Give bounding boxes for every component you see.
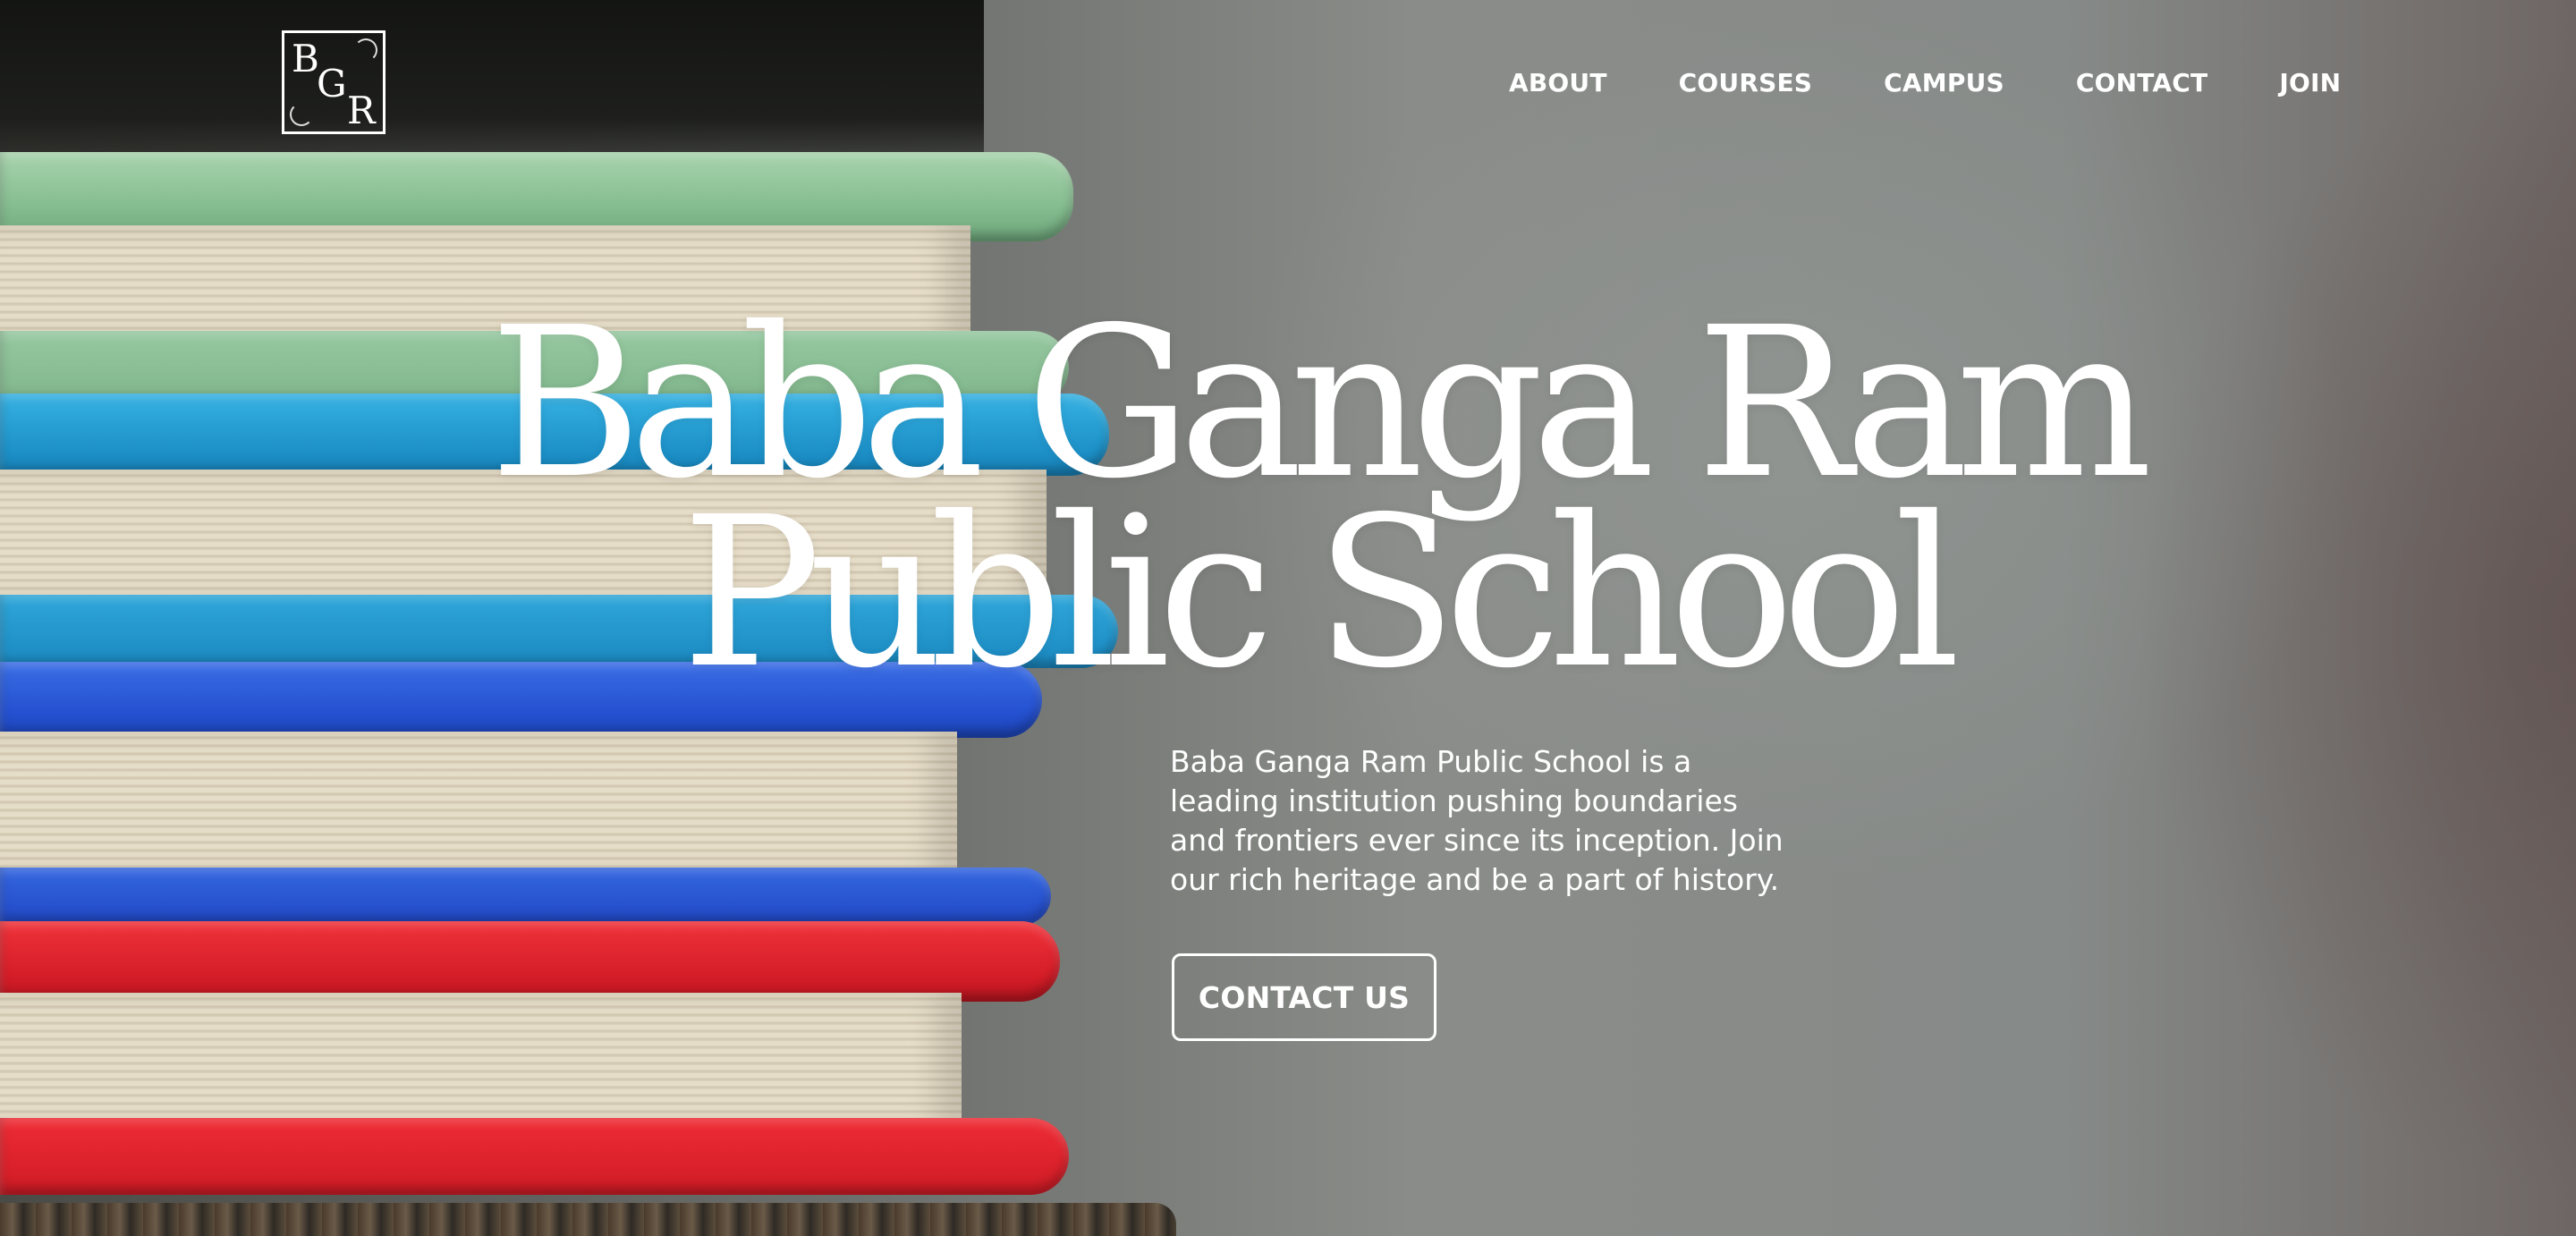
nav-item-about[interactable]: ABOUT [1509, 66, 1607, 100]
nav-item-courses[interactable]: COURSES [1679, 66, 1813, 100]
hero-title: Baba Ganga Ram Public School [0, 283, 2576, 714]
logo-letter-g: G [317, 62, 347, 106]
book-cover-red-bottom [0, 1118, 1069, 1195]
hero-title-line-1: Baba Ganga Ram [489, 283, 2152, 524]
book-pages-4 [0, 993, 962, 1127]
logo-letter-r: R [347, 89, 376, 132]
contact-us-button[interactable]: CONTACT US [1172, 953, 1436, 1041]
nav-item-campus[interactable]: CAMPUS [1884, 66, 2004, 100]
hero-title-line-2: Public School [682, 472, 1961, 714]
book-cover-blue-bottom [0, 868, 1051, 925]
book-pages-3 [0, 732, 957, 875]
book-cover-red-top [0, 921, 1060, 1002]
logo-ornament-icon [290, 103, 313, 126]
logo-letter-b: B [292, 37, 319, 80]
logo[interactable]: B G R [282, 30, 386, 134]
main-nav: ABOUT COURSES CAMPUS CONTACT JOIN [1509, 66, 2341, 100]
nav-item-contact[interactable]: CONTACT [2076, 66, 2207, 100]
hero-description: Baba Ganga Ram Public School is a leadin… [1170, 744, 1784, 897]
logo-ornament-icon [354, 38, 377, 62]
book-cover-bottom [0, 1203, 1176, 1236]
nav-item-join[interactable]: JOIN [2279, 66, 2341, 100]
